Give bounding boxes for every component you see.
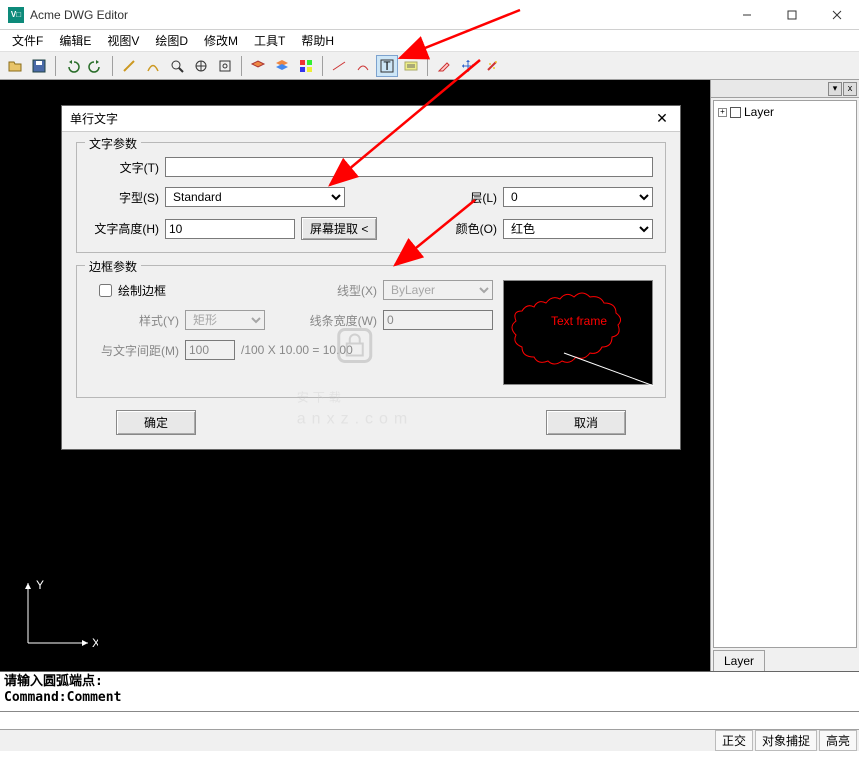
expand-icon[interactable]: + xyxy=(718,108,727,117)
status-osnap[interactable]: 对象捕捉 xyxy=(755,730,817,751)
status-highlight[interactable]: 高亮 xyxy=(819,730,857,751)
mtext-icon[interactable] xyxy=(400,55,422,77)
pan-icon[interactable] xyxy=(190,55,212,77)
title-bar: V□ Acme DWG Editor xyxy=(0,0,859,30)
draw-frame-checkbox[interactable] xyxy=(99,284,112,297)
tree-root-label: Layer xyxy=(744,105,774,119)
style-label: 样式(Y) xyxy=(89,312,179,329)
menu-bar: 文件F 编辑E 视图V 绘图D 修改M 工具T 帮助H xyxy=(0,30,859,52)
menu-draw[interactable]: 绘图D xyxy=(147,30,196,51)
text-icon[interactable]: T xyxy=(376,55,398,77)
cancel-button[interactable]: 取消 xyxy=(546,410,626,435)
dim-linear-icon[interactable] xyxy=(328,55,350,77)
menu-modify[interactable]: 修改M xyxy=(196,30,246,51)
color-icon[interactable] xyxy=(295,55,317,77)
style-select: 矩形 xyxy=(185,310,265,330)
group-title: 文字参数 xyxy=(85,135,141,152)
panel-header: ▾ x xyxy=(711,80,859,98)
screen-pick-button[interactable]: 屏幕提取 < xyxy=(301,217,377,240)
linetype-select: ByLayer xyxy=(383,280,493,300)
open-icon[interactable] xyxy=(4,55,26,77)
ok-button[interactable]: 确定 xyxy=(116,410,196,435)
frame-params-group: 边框参数 绘制边框 线型(X) ByLayer 样式(Y) xyxy=(76,265,666,398)
undo-icon[interactable] xyxy=(61,55,83,77)
window-title: Acme DWG Editor xyxy=(30,8,724,22)
command-line: Command:Comment xyxy=(4,690,855,706)
panel-close-button[interactable]: x xyxy=(843,82,857,96)
dialog-titlebar[interactable]: 单行文字 ✕ xyxy=(62,106,680,132)
height-label: 文字高度(H) xyxy=(89,220,159,237)
separator xyxy=(241,56,242,76)
draw-frame-label: 绘制边框 xyxy=(118,282,166,299)
line-icon[interactable] xyxy=(118,55,140,77)
menu-edit[interactable]: 编辑E xyxy=(51,30,99,51)
gap-formula: /100 X 10.00 = 10.00 xyxy=(241,343,353,357)
gap-input xyxy=(185,340,235,360)
zoom-icon[interactable] xyxy=(166,55,188,77)
svg-text:Y: Y xyxy=(36,578,44,592)
svg-text:X: X xyxy=(92,636,98,650)
separator xyxy=(55,56,56,76)
svg-text:Text frame: Text frame xyxy=(551,314,607,328)
preview-box: Text frame xyxy=(503,280,653,385)
height-input[interactable] xyxy=(165,219,295,239)
save-icon[interactable] xyxy=(28,55,50,77)
layer-tab[interactable]: Layer xyxy=(713,650,765,671)
layer-tree[interactable]: + Layer xyxy=(713,100,857,648)
zoom-extents-icon[interactable] xyxy=(214,55,236,77)
arc-icon[interactable] xyxy=(142,55,164,77)
toolbar: T xyxy=(0,52,859,80)
layer-icon[interactable] xyxy=(247,55,269,77)
svg-text:T: T xyxy=(383,59,391,73)
ucs-axis-icon: Y X xyxy=(18,573,98,653)
menu-file[interactable]: 文件F xyxy=(4,30,51,51)
menu-tools[interactable]: 工具T xyxy=(246,30,293,51)
panel-dropdown-button[interactable]: ▾ xyxy=(828,82,842,96)
color-select[interactable]: 红色 xyxy=(503,219,653,239)
text-input[interactable] xyxy=(165,157,653,177)
command-line: 请输入圆弧端点: xyxy=(4,674,855,690)
menu-help[interactable]: 帮助H xyxy=(293,30,342,51)
gap-label: 与文字间距(M) xyxy=(89,342,179,359)
close-button[interactable] xyxy=(814,0,859,30)
single-line-text-dialog: 单行文字 ✕ 文字参数 文字(T) 字型(S) Standard 层(L) xyxy=(61,105,681,450)
layer-checkbox[interactable] xyxy=(730,107,741,118)
text-label: 文字(T) xyxy=(89,159,159,176)
layers-icon[interactable] xyxy=(271,55,293,77)
linetype-label: 线型(X) xyxy=(307,282,377,299)
minimize-button[interactable] xyxy=(724,0,769,30)
app-icon: V□ xyxy=(8,7,24,23)
linewidth-input xyxy=(383,310,493,330)
magic-icon[interactable] xyxy=(481,55,503,77)
tree-root-row[interactable]: + Layer xyxy=(718,105,852,119)
drawing-canvas[interactable]: Y X 单行文字 ✕ 文字参数 文字(T) 字型(S) Sta xyxy=(0,80,710,671)
menu-view[interactable]: 视图V xyxy=(99,30,147,51)
dim-aligned-icon[interactable] xyxy=(352,55,374,77)
move-icon[interactable] xyxy=(457,55,479,77)
dialog-title: 单行文字 xyxy=(70,110,652,127)
group-title: 边框参数 xyxy=(85,258,141,275)
eraser-icon[interactable] xyxy=(433,55,455,77)
separator xyxy=(322,56,323,76)
status-bar: 正交 对象捕捉 高亮 xyxy=(0,729,859,751)
separator xyxy=(112,56,113,76)
text-params-group: 文字参数 文字(T) 字型(S) Standard 层(L) 0 文字高度(H) xyxy=(76,142,666,253)
linewidth-label: 线条宽度(W) xyxy=(307,312,377,329)
color-label: 颜色(O) xyxy=(447,220,497,237)
font-label: 字型(S) xyxy=(89,189,159,206)
layer-panel: ▾ x + Layer Layer xyxy=(710,80,859,671)
font-select[interactable]: Standard xyxy=(165,187,345,207)
maximize-button[interactable] xyxy=(769,0,814,30)
command-input[interactable] xyxy=(0,711,859,729)
command-history: 请输入圆弧端点: Command:Comment xyxy=(0,671,859,711)
layer-label: 层(L) xyxy=(457,189,497,206)
separator xyxy=(427,56,428,76)
layer-select[interactable]: 0 xyxy=(503,187,653,207)
redo-icon[interactable] xyxy=(85,55,107,77)
dialog-close-button[interactable]: ✕ xyxy=(652,109,672,129)
status-ortho[interactable]: 正交 xyxy=(715,730,753,751)
